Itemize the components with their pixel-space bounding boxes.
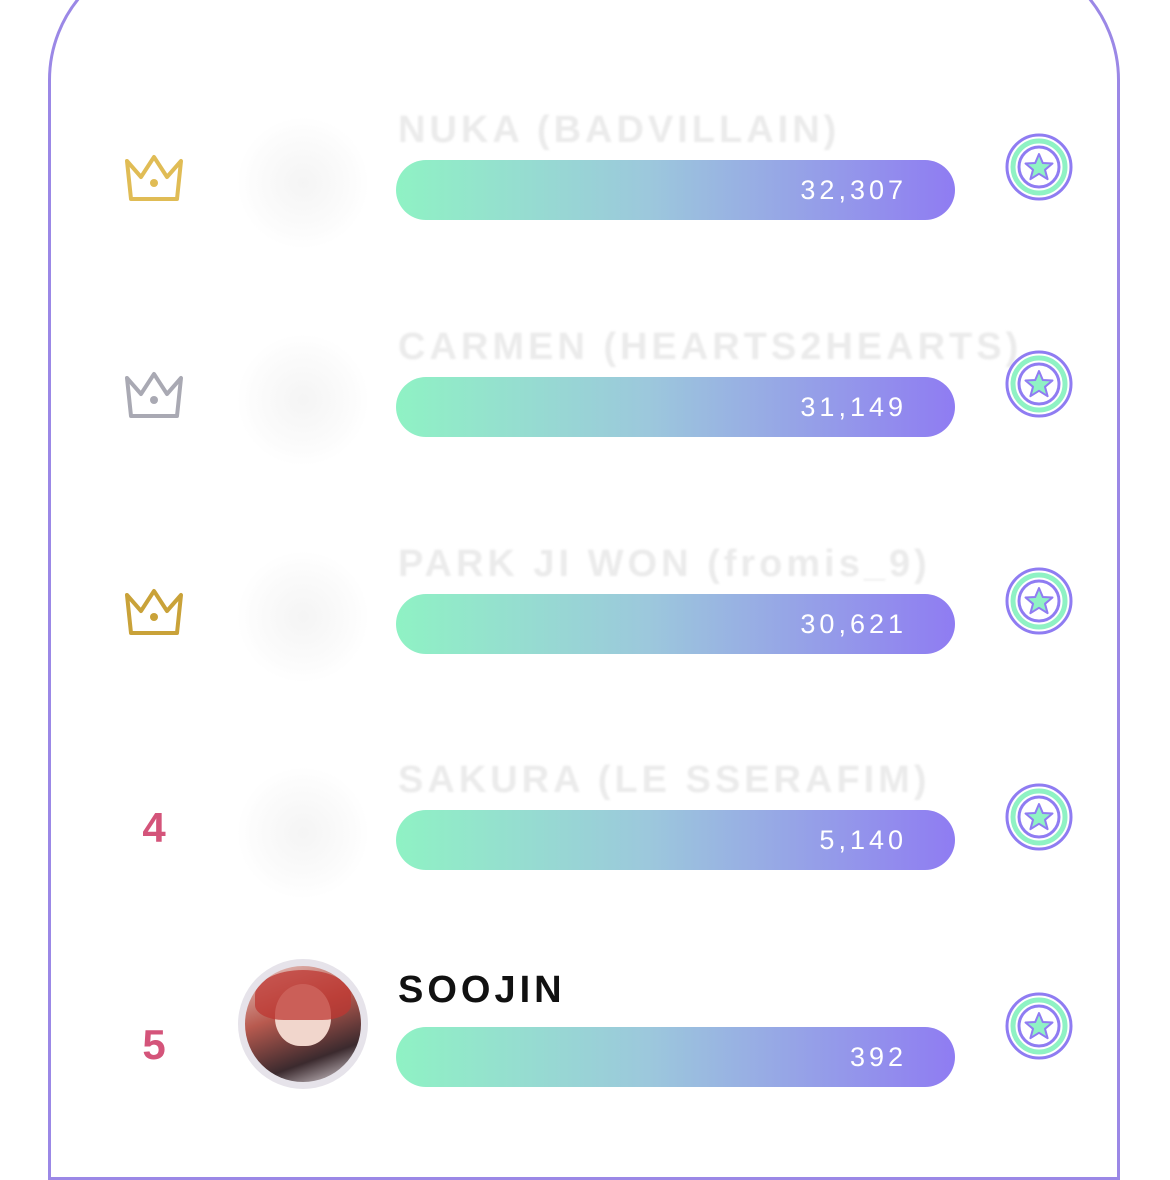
vote-bar: 5,140: [396, 810, 955, 870]
vote-count: 392: [849, 1042, 907, 1072]
member-name: SOOJIN: [398, 969, 566, 1011]
ranking-row[interactable]: 4 SAKURA (LE SSERAFIM) 5,140: [0, 750, 1170, 910]
rank-indicator: [104, 572, 204, 652]
vote-bar: 31,149: [396, 377, 955, 437]
crown-bronze-icon: [125, 589, 183, 635]
rank-indicator: 5: [104, 1005, 204, 1085]
vote-count: 31,149: [800, 392, 907, 422]
member-name: CARMEN (HEARTS2HEARTS): [398, 326, 1023, 368]
ranking-row[interactable]: PARK JI WON (fromis_9) 30,621: [0, 534, 1170, 694]
member-name: PARK JI WON (fromis_9): [398, 543, 931, 585]
crown-gold-icon: [125, 155, 183, 201]
vote-bar: 32,307: [396, 160, 955, 220]
ranking-row[interactable]: 5 SOOJIN 392: [0, 959, 1170, 1127]
avatar: [238, 552, 368, 682]
vote-count: 32,307: [800, 175, 907, 205]
avatar: [238, 335, 368, 465]
rank-indicator: 4: [104, 788, 204, 868]
vote-bar: 30,621: [396, 594, 955, 654]
ranking-row[interactable]: CARMEN (HEARTS2HEARTS) 31,149: [0, 317, 1170, 477]
avatar-photo: [245, 966, 361, 1082]
rank-indicator: [104, 138, 204, 218]
avatar: [238, 118, 368, 248]
rank-number: 5: [142, 1021, 166, 1068]
rank-indicator: [104, 355, 204, 435]
star-vote-icon[interactable]: [1004, 782, 1074, 852]
vote-count: 30,621: [800, 609, 907, 639]
member-name: NUKA (BADVILLAIN): [398, 109, 841, 151]
vote-count: 5,140: [819, 825, 907, 855]
star-vote-icon[interactable]: [1004, 349, 1074, 419]
ranking-row[interactable]: NUKA (BADVILLAIN) 32,307: [0, 100, 1170, 260]
member-name: SAKURA (LE SSERAFIM): [398, 759, 931, 801]
avatar: [238, 959, 368, 1089]
rank-number: 4: [142, 804, 166, 851]
star-vote-icon[interactable]: [1004, 991, 1074, 1061]
crown-silver-icon: [125, 372, 183, 418]
star-vote-icon[interactable]: [1004, 132, 1074, 202]
star-vote-icon[interactable]: [1004, 566, 1074, 636]
vote-bar: 392: [396, 1027, 955, 1087]
avatar: [238, 768, 368, 898]
